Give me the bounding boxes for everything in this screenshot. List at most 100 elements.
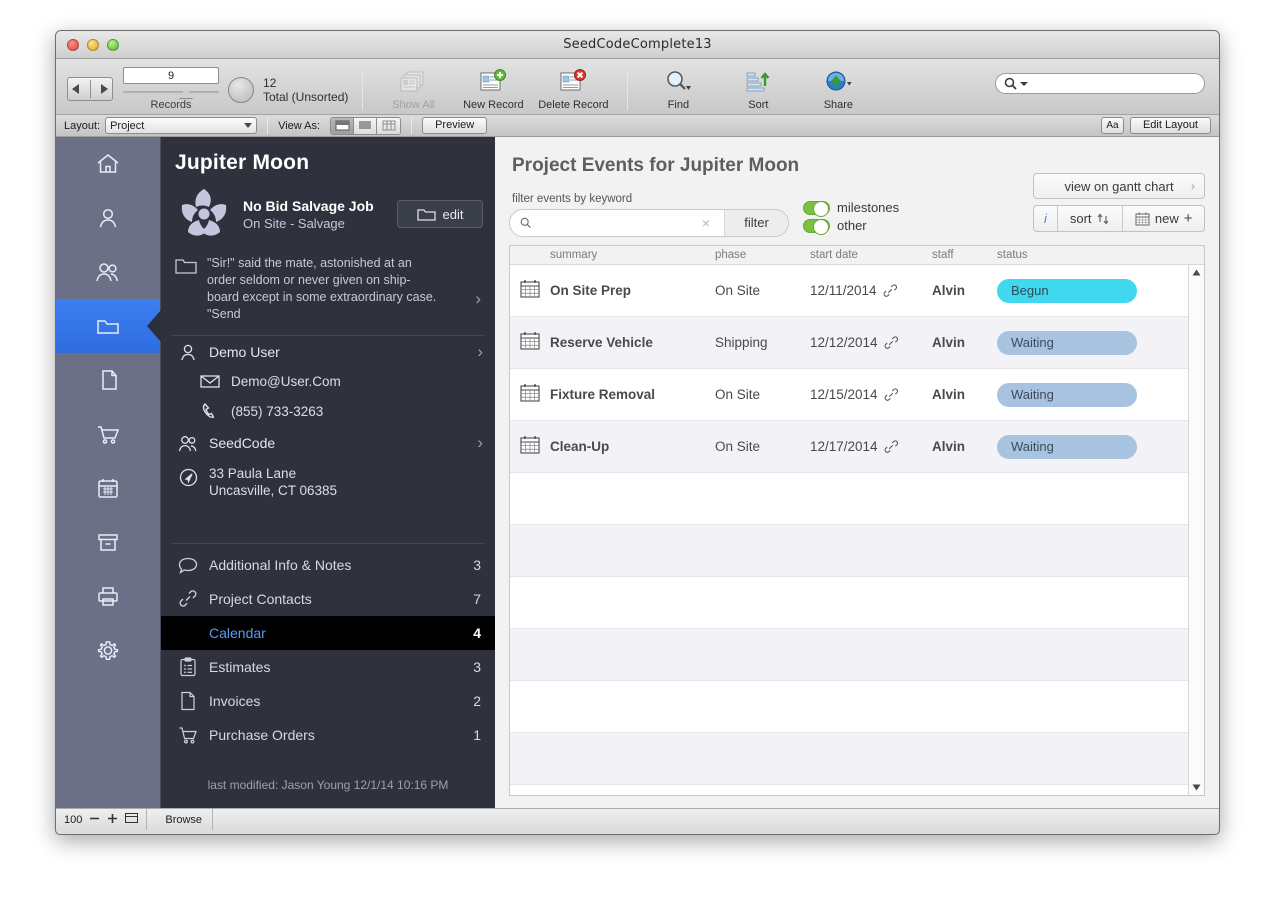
rail-item-purchase-orders[interactable] — [56, 407, 160, 461]
chevron-right-icon[interactable]: › — [475, 289, 481, 309]
project-notes-row[interactable]: "Sir!" said the mate, astonished at an o… — [161, 245, 495, 335]
edit-project-button[interactable]: edit — [397, 200, 483, 228]
window-controls — [67, 39, 119, 51]
table-rows-host: On Site PrepOn Site12/11/2014 AlvinBegun… — [510, 265, 1204, 795]
info-button[interactable]: i — [1034, 206, 1058, 231]
sort-button[interactable]: sort — [1058, 206, 1123, 231]
navigation-rail — [56, 137, 161, 808]
address-row[interactable]: 33 Paula Lane Uncasville, CT 06385 — [161, 459, 495, 505]
chevron-right-icon[interactable]: › — [477, 433, 483, 453]
rail-item-settings[interactable] — [56, 623, 160, 677]
view-as-form-button[interactable] — [331, 118, 354, 134]
rail-item-companies[interactable] — [56, 245, 160, 299]
rail-item-home[interactable] — [56, 137, 160, 191]
search-input[interactable] — [532, 216, 696, 230]
link-icon[interactable] — [883, 284, 897, 298]
project-detail-panel: Jupiter Moon No Bid Salvage Job On Site … — [161, 137, 495, 808]
toggle-row-milestones[interactable]: milestones — [803, 200, 899, 215]
view-on-gantt-chart-button[interactable]: view on gantt chart › — [1033, 173, 1205, 199]
close-button[interactable] — [67, 39, 79, 51]
location-icon — [175, 467, 201, 488]
share-button[interactable]: Share — [798, 62, 878, 111]
rail-item-projects[interactable] — [56, 299, 160, 353]
record-book-control[interactable] — [67, 77, 113, 101]
toggle-row-other[interactable]: other — [803, 218, 899, 233]
table-row[interactable]: Reserve VehicleShipping12/12/2014 AlvinW… — [510, 317, 1204, 369]
link-icon[interactable] — [884, 388, 898, 402]
toolbar-search-input[interactable] — [1028, 77, 1204, 91]
panel-nav-label: Project Contacts — [209, 591, 473, 607]
people-icon — [94, 260, 122, 284]
next-record-icon[interactable] — [101, 84, 108, 94]
contact-phone-row[interactable]: (855) 733-3263 — [161, 395, 495, 427]
find-label: Find — [638, 99, 718, 111]
scroll-up-icon[interactable] — [1189, 265, 1204, 280]
previous-record-icon[interactable] — [72, 84, 79, 94]
rail-item-contacts[interactable] — [56, 191, 160, 245]
text-formatting-button[interactable]: Aa — [1101, 117, 1124, 134]
delete-record-button[interactable]: Delete Record — [533, 62, 613, 111]
vertical-scrollbar[interactable] — [1188, 265, 1204, 795]
table-row[interactable]: On Site PrepOn Site12/11/2014 AlvinBegun — [510, 265, 1204, 317]
zoom-out-icon[interactable] — [89, 813, 100, 827]
rail-item-archive[interactable] — [56, 515, 160, 569]
panel-nav-label: Calendar — [209, 625, 473, 641]
status-badge[interactable]: Waiting — [997, 383, 1137, 407]
table-row[interactable]: Clean-UpOn Site12/17/2014 AlvinWaiting — [510, 421, 1204, 473]
folder-icon — [175, 257, 197, 275]
milestones-toggle[interactable] — [803, 201, 830, 215]
link-icon[interactable] — [884, 336, 898, 350]
panel-nav-additional-info[interactable]: Additional Info & Notes 3 — [161, 548, 495, 582]
toggle-sidebar-icon[interactable] — [125, 813, 138, 826]
zoom-in-icon[interactable] — [107, 813, 118, 827]
record-slider[interactable] — [123, 87, 219, 98]
minimize-button[interactable] — [87, 39, 99, 51]
table-row[interactable]: Fixture RemovalOn Site12/15/2014 AlvinWa… — [510, 369, 1204, 421]
current-record-field[interactable]: 9 — [123, 67, 219, 84]
edit-layout-button[interactable]: Edit Layout — [1130, 117, 1211, 134]
chevron-right-icon[interactable]: › — [477, 342, 483, 362]
panel-nav-estimates[interactable]: Estimates 3 — [161, 650, 495, 684]
content-area: Jupiter Moon No Bid Salvage Job On Site … — [56, 137, 1219, 808]
view-as-table-button[interactable] — [377, 118, 400, 134]
rail-item-invoices[interactable] — [56, 353, 160, 407]
panel-nav-invoices[interactable]: Invoices 2 — [161, 684, 495, 718]
search-input-box[interactable]: × — [510, 215, 724, 231]
view-as-segment[interactable] — [330, 117, 401, 135]
panel-nav-project-contacts[interactable]: Project Contacts 7 — [161, 582, 495, 616]
preview-button[interactable]: Preview — [422, 117, 487, 134]
new-record-button[interactable]: New Record — [453, 62, 533, 111]
company-row[interactable]: SeedCode › — [161, 427, 495, 459]
sort-button[interactable]: Sort — [718, 62, 798, 111]
toolbar-search-field[interactable] — [995, 73, 1205, 94]
new-event-button[interactable]: new + — [1123, 206, 1204, 231]
layout-select[interactable]: Project — [105, 117, 257, 134]
clear-icon[interactable]: × — [696, 215, 716, 231]
panel-nav-calendar[interactable]: Calendar 4 — [161, 616, 495, 650]
panel-nav-purchase-orders[interactable]: Purchase Orders 1 — [161, 718, 495, 752]
other-toggle[interactable] — [803, 219, 830, 233]
chevron-down-icon — [244, 123, 252, 128]
panel-nav-count: 4 — [473, 625, 481, 641]
show-all-button[interactable]: Show All — [373, 62, 453, 111]
find-button[interactable]: Find — [638, 62, 718, 111]
sort-button-label: sort — [1070, 211, 1092, 226]
search-dropdown-icon[interactable] — [1020, 82, 1028, 86]
contact-name-row[interactable]: Demo User › — [161, 336, 495, 368]
window-title: SeedCodeComplete13 — [56, 31, 1219, 59]
contact-email-row[interactable]: Demo@User.Com — [161, 368, 495, 395]
rail-item-print[interactable] — [56, 569, 160, 623]
status-badge[interactable]: Begun — [997, 279, 1137, 303]
scroll-down-icon[interactable] — [1189, 780, 1204, 795]
link-icon[interactable] — [884, 440, 898, 454]
zoom-button[interactable] — [107, 39, 119, 51]
found-set-pie-icon[interactable] — [228, 77, 254, 103]
cell-status: Waiting — [997, 383, 1204, 407]
slider-thumb[interactable] — [179, 87, 193, 98]
filter-button[interactable]: filter — [724, 210, 788, 236]
status-badge[interactable]: Waiting — [997, 435, 1137, 459]
records-label: Records — [123, 99, 219, 111]
view-as-list-button[interactable] — [354, 118, 377, 134]
rail-item-calendar[interactable] — [56, 461, 160, 515]
status-badge[interactable]: Waiting — [997, 331, 1137, 355]
